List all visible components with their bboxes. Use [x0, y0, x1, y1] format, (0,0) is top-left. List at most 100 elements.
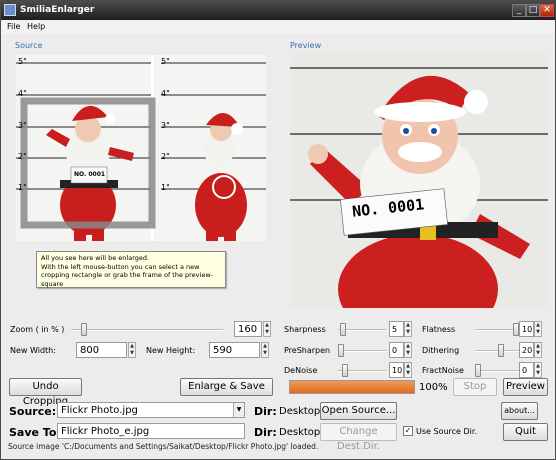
status-bar-text: Source image 'C:/Documents and Settings/… [8, 442, 319, 451]
spin-up-icon[interactable]: ▲ [405, 343, 411, 350]
denoise-spinner[interactable]: ▲ ▼ [404, 362, 412, 378]
spin-down-icon[interactable]: ▼ [535, 370, 541, 377]
about-button[interactable]: about... [501, 402, 538, 420]
ruler-mark-right-3: 3" [161, 121, 170, 130]
spin-up-icon[interactable]: ▲ [129, 343, 135, 350]
source-dir-label: Dir: [254, 405, 277, 418]
save-to-input[interactable]: Flickr Photo_e.jpg [57, 423, 245, 439]
spin-down-icon[interactable]: ▼ [405, 329, 411, 336]
fractnoise-slider-thumb[interactable] [475, 364, 481, 377]
enlarge-save-button[interactable]: Enlarge & Save [180, 378, 273, 396]
change-dest-dir-button[interactable]: Change Dest.Dir. [320, 423, 397, 452]
use-source-dir-checkbox[interactable]: ✓ [403, 426, 413, 436]
use-source-dir-label: Use Source Dir. [416, 427, 477, 436]
denoise-input[interactable]: 10 [389, 362, 404, 378]
app-window: SmiliaEnlarger _ □ ✕ File Help Source Pr… [0, 0, 556, 460]
zoom-slider-track[interactable] [71, 329, 223, 331]
menu-file[interactable]: File [7, 22, 20, 31]
spin-down-icon[interactable]: ▼ [405, 350, 411, 357]
ruler-mark-3: 3" [18, 121, 27, 130]
fractnoise-spinner[interactable]: ▲ ▼ [534, 362, 542, 378]
spin-down-icon[interactable]: ▼ [129, 350, 135, 357]
dropdown-arrow-icon[interactable]: ▼ [233, 403, 244, 417]
ruler-mark-right-1: 1" [161, 183, 170, 192]
fractnoise-label: FractNoise [422, 366, 464, 375]
save-dir-label: Dir: [254, 426, 277, 439]
spin-up-icon[interactable]: ▲ [535, 343, 541, 350]
title-bar[interactable]: SmiliaEnlarger _ □ ✕ [1, 1, 555, 20]
flatness-spinner[interactable]: ▲ ▼ [534, 321, 542, 337]
progress-fill [290, 381, 414, 393]
spin-down-icon[interactable]: ▼ [535, 350, 541, 357]
dithering-spinner[interactable]: ▲ ▼ [534, 342, 542, 358]
ruler-mark-right-4: 4" [161, 89, 170, 98]
preview-image-pane: NO. 0001 [290, 54, 548, 308]
denoise-label: DeNoise [284, 366, 318, 375]
new-height-label: New Height: [146, 346, 196, 355]
presharpen-spinner[interactable]: ▲ ▼ [404, 342, 412, 358]
zoom-spinner[interactable]: ▲ ▼ [263, 321, 271, 337]
flatness-input[interactable]: 10 [519, 321, 534, 337]
tooltip-line-1: All you see here will be enlarged. [41, 254, 150, 262]
presharpen-label: PreSharpen [284, 346, 331, 355]
open-source-button[interactable]: Open Source... [320, 402, 397, 420]
ruler-mark-4: 4" [18, 89, 27, 98]
spin-up-icon[interactable]: ▲ [405, 322, 411, 329]
app-icon [4, 4, 16, 16]
minimize-button[interactable]: _ [512, 4, 526, 17]
fractnoise-slider-track[interactable] [475, 370, 519, 372]
presharpen-input[interactable]: 0 [389, 342, 404, 358]
fractnoise-input[interactable]: 0 [519, 362, 534, 378]
dithering-label: Dithering [422, 346, 460, 355]
spin-up-icon[interactable]: ▲ [405, 363, 411, 370]
spin-up-icon[interactable]: ▲ [535, 363, 541, 370]
spin-down-icon[interactable]: ▼ [264, 329, 270, 336]
denoise-slider-thumb[interactable] [342, 364, 349, 377]
preview-photo [290, 67, 548, 308]
sharpness-input[interactable]: 5 [389, 321, 404, 337]
new-width-spinner[interactable]: ▲ ▼ [128, 342, 136, 358]
ruler-mark-right-2: 2" [161, 152, 170, 161]
ruler-mark-5: 5" [18, 57, 27, 66]
dithering-input[interactable]: 20 [519, 342, 534, 358]
preview-section-label: Preview [290, 41, 322, 50]
menu-help[interactable]: Help [27, 22, 45, 31]
source-santa-sign: NO. 0001 [74, 171, 106, 178]
menu-bar: File Help [1, 20, 555, 34]
dithering-slider-thumb[interactable] [497, 344, 504, 357]
zoom-slider-thumb[interactable] [81, 323, 88, 336]
spin-down-icon[interactable]: ▼ [405, 370, 411, 377]
new-height-input[interactable]: 590 [209, 342, 260, 358]
spin-up-icon[interactable]: ▲ [264, 322, 270, 329]
save-to-label: Save To: [9, 426, 61, 439]
source-photo [16, 55, 266, 241]
sharpness-label: Sharpness [284, 325, 326, 334]
tooltip-line-2: With the left mouse-button you can selec… [41, 262, 200, 271]
progress-text: 100% [419, 382, 448, 393]
zoom-input[interactable]: 160 [234, 321, 262, 337]
save-dir-value: Desktop [279, 427, 321, 438]
stop-button[interactable]: Stop [453, 378, 497, 396]
sharpness-slider-thumb[interactable] [340, 323, 347, 336]
presharpen-slider-track[interactable] [338, 350, 386, 352]
ruler-mark-1: 1" [18, 183, 27, 192]
undo-cropping-button[interactable]: Undo Cropping [9, 378, 82, 407]
spin-down-icon[interactable]: ▼ [535, 329, 541, 336]
quit-button[interactable]: Quit [503, 423, 548, 441]
source-image-pane[interactable]: 5" 4" 3" 2" 1" 5" 4" 3" 2" 1" NO. 0001 [16, 55, 266, 241]
spin-up-icon[interactable]: ▲ [535, 322, 541, 329]
maximize-button[interactable]: □ [526, 4, 540, 17]
source-file-label: Source: [9, 405, 57, 418]
sharpness-spinner[interactable]: ▲ ▼ [404, 321, 412, 337]
zoom-label: Zoom ( in % ) [10, 325, 65, 334]
spin-down-icon[interactable]: ▼ [262, 350, 268, 357]
close-button[interactable]: ✕ [540, 4, 554, 17]
presharpen-slider-thumb[interactable] [338, 344, 344, 357]
new-height-spinner[interactable]: ▲ ▼ [261, 342, 269, 358]
source-section-label: Source [15, 41, 43, 50]
spin-up-icon[interactable]: ▲ [262, 343, 268, 350]
source-file-combo[interactable]: Flickr Photo.jpg ▼ [57, 402, 245, 418]
source-dir-value: Desktop [279, 406, 321, 417]
preview-button[interactable]: Preview [503, 378, 548, 396]
new-width-input[interactable]: 800 [76, 342, 127, 358]
